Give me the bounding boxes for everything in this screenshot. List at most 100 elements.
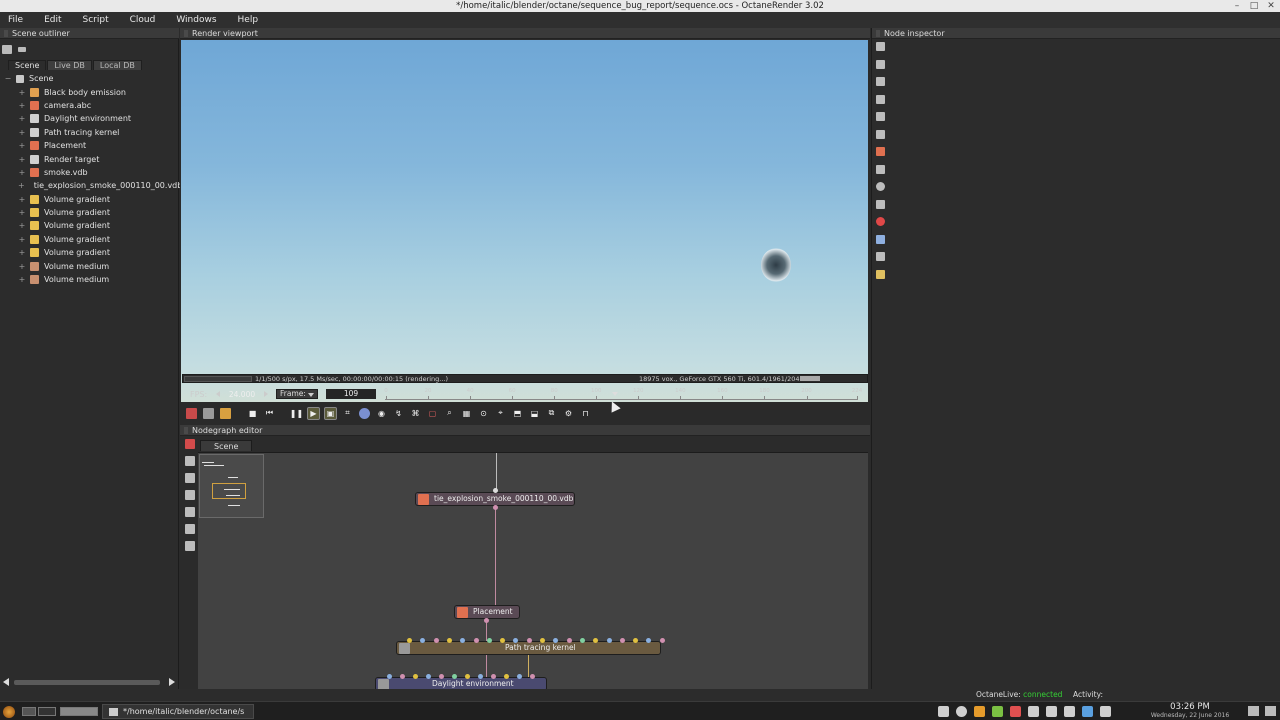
kernel-input-pin[interactable] <box>446 638 452 643</box>
collapse-all-icon[interactable] <box>18 46 26 52</box>
node-settings-icon[interactable] <box>185 541 195 551</box>
zoom-icon[interactable]: ⌕ <box>444 408 455 419</box>
color-wheel-icon[interactable] <box>359 407 370 419</box>
camera-icon[interactable] <box>876 94 885 104</box>
render-target-icon[interactable] <box>185 439 195 449</box>
expand-icon[interactable]: + <box>18 101 26 110</box>
tree-root[interactable]: − Scene <box>0 72 179 85</box>
clay-mode-icon[interactable]: ◉ <box>376 408 387 419</box>
node-path-tracing-kernel[interactable]: Path tracing kernel <box>396 641 661 655</box>
daylight-input-pin[interactable] <box>387 674 392 679</box>
menu-file[interactable]: File <box>8 15 23 25</box>
expand-icon[interactable]: + <box>18 221 26 230</box>
tree-item[interactable]: + Path tracing kernel <box>0 126 179 139</box>
fps-increase-icon[interactable] <box>264 391 268 397</box>
play-icon[interactable]: ▶ <box>307 406 320 420</box>
light-icon[interactable] <box>876 269 885 279</box>
menu-script[interactable]: Script <box>83 15 109 25</box>
scroll-right-icon[interactable] <box>169 678 175 686</box>
tree-item[interactable]: + tie_explosion_smoke_000110_00.vdb <box>0 179 182 192</box>
steam-icon[interactable] <box>956 706 967 717</box>
minimap-viewport-frame[interactable] <box>212 483 246 499</box>
daylight-input-pin[interactable] <box>413 674 418 679</box>
subsample-icon[interactable]: ↯ <box>393 408 404 419</box>
tree-item[interactable]: + Render target <box>0 152 179 165</box>
fit-icon[interactable]: ▦ <box>461 408 472 419</box>
frame-input[interactable]: 109 <box>326 389 376 399</box>
node-vdb[interactable]: tie_explosion_smoke_000110_00.vdb <box>415 492 575 506</box>
pause-icon[interactable]: ❚❚ <box>290 408 303 419</box>
color-picker-icon[interactable] <box>220 407 231 419</box>
expand-icon[interactable]: + <box>18 168 26 177</box>
clock-icon[interactable] <box>876 182 885 191</box>
nodegraph-tab-scene[interactable]: Scene <box>200 440 253 451</box>
menu-cloud[interactable]: Cloud <box>130 15 156 25</box>
node-placement[interactable]: Placement <box>454 605 520 619</box>
kernel-input-pin[interactable] <box>606 638 612 643</box>
expand-icon[interactable]: + <box>18 114 26 123</box>
start-menu-icon[interactable] <box>3 706 15 718</box>
expand-all-icon[interactable] <box>2 44 12 54</box>
expand-icon[interactable]: + <box>18 155 26 164</box>
collapse-icon[interactable]: − <box>4 74 12 83</box>
tree-item[interactable]: + Volume gradient <box>0 206 179 219</box>
menu-help[interactable]: Help <box>238 15 259 25</box>
daylight-input-pin[interactable] <box>504 674 509 679</box>
film-icon[interactable] <box>876 77 885 86</box>
usb-icon[interactable] <box>1064 706 1075 717</box>
tree-item[interactable]: + Placement <box>0 139 179 152</box>
outliner-h-scrollbar[interactable] <box>0 676 179 688</box>
notifications-icon[interactable] <box>1265 706 1276 716</box>
render-image[interactable] <box>181 40 868 402</box>
workspace-2[interactable] <box>38 707 56 716</box>
tree-item[interactable]: + Volume gradient <box>0 219 179 232</box>
image-icon[interactable] <box>876 252 885 261</box>
kernel-input-pin[interactable] <box>579 638 585 643</box>
expand-icon[interactable]: + <box>18 262 26 271</box>
display-icon[interactable] <box>1082 706 1093 717</box>
scroll-track[interactable] <box>14 680 160 685</box>
daylight-input-pin[interactable] <box>465 674 470 679</box>
kernel-input-pin[interactable] <box>619 638 625 643</box>
nodegraph-minimap[interactable] <box>199 454 264 518</box>
tree-item[interactable]: + Volume gradient <box>0 233 179 246</box>
minimize-icon[interactable]: – <box>1232 0 1242 12</box>
tree-item[interactable]: + Volume gradient <box>0 246 179 259</box>
network-icon[interactable] <box>938 706 949 717</box>
environment-icon[interactable] <box>876 112 885 121</box>
kernel-input-pin[interactable] <box>526 638 532 643</box>
tree-item[interactable]: + smoke.vdb <box>0 166 179 179</box>
maximize-icon[interactable]: □ <box>1249 0 1259 12</box>
workspace-3[interactable] <box>60 707 98 716</box>
menu-edit[interactable]: Edit <box>44 15 61 25</box>
expand-icon[interactable]: + <box>18 208 26 217</box>
lock-icon[interactable]: ⌘ <box>410 408 421 419</box>
tree-item[interactable]: + camera.abc <box>0 99 179 112</box>
expand-icon[interactable]: + <box>18 275 26 284</box>
show-desktop-icon[interactable] <box>1248 706 1259 716</box>
cut-icon[interactable] <box>1028 706 1039 717</box>
tree-item[interactable]: + Volume medium <box>0 273 179 286</box>
film-settings-icon[interactable]: ⌗ <box>342 408 353 419</box>
tree-item[interactable]: + Volume medium <box>0 259 179 272</box>
menu-windows[interactable]: Windows <box>176 15 216 25</box>
playhead-handle[interactable] <box>612 392 619 396</box>
geometry-icon[interactable] <box>876 199 885 209</box>
export-icon[interactable]: ⧉ <box>546 408 557 419</box>
workspace-1[interactable] <box>22 707 36 716</box>
expand-icon[interactable]: + <box>18 141 26 150</box>
daylight-input-pin[interactable] <box>400 674 405 679</box>
reset-icon[interactable] <box>203 407 214 419</box>
render-settings-icon[interactable] <box>186 407 197 419</box>
daylight-input-pin[interactable] <box>478 674 483 679</box>
daylight-input-pin[interactable] <box>452 674 457 679</box>
kernel-input-pin[interactable] <box>540 638 545 643</box>
nodegraph-canvas[interactable]: tie_explosion_smoke_000110_00.vdb Placem… <box>198 452 868 689</box>
volume-icon[interactable] <box>1046 706 1057 717</box>
group-icon[interactable] <box>185 490 195 500</box>
picker-icon[interactable]: ⊙ <box>478 408 489 419</box>
expand-icon[interactable]: + <box>18 128 26 137</box>
tree-item[interactable]: + Volume gradient <box>0 193 179 206</box>
region-render-icon[interactable]: ▢ <box>427 408 438 419</box>
list-icon[interactable] <box>876 59 885 69</box>
